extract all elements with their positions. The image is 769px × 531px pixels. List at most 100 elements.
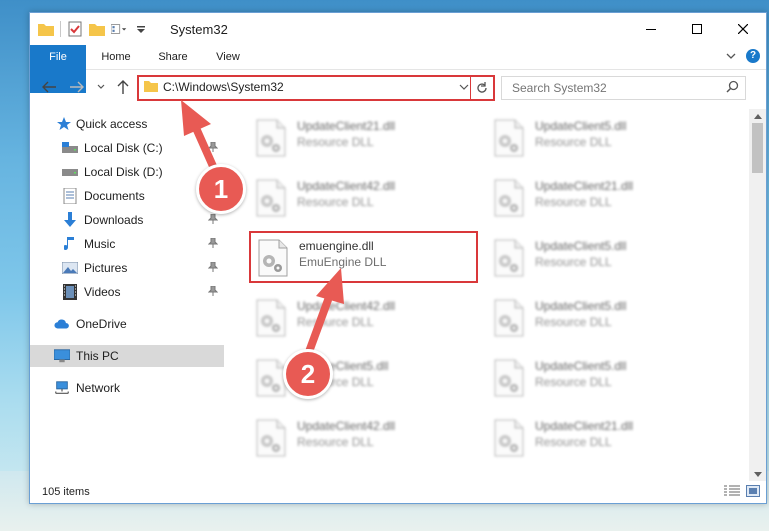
pin-icon [207, 285, 219, 299]
vertical-scrollbar[interactable] [749, 109, 766, 481]
file-type: Resource DLL [535, 255, 612, 269]
dll-file-icon [491, 179, 527, 220]
list-item[interactable]: UpdateClient21.dll Resource DLL [487, 173, 712, 221]
chevron-up-icon [753, 113, 762, 119]
search-box[interactable] [501, 76, 746, 100]
address-bar[interactable]: C:\Windows\System32 [137, 75, 495, 101]
sidebar-item-documents[interactable]: Documents [30, 185, 224, 207]
refresh-button[interactable] [470, 77, 493, 99]
sidebar-item-label: Local Disk (D:) [84, 165, 163, 179]
scrollbar-thumb[interactable] [752, 123, 763, 173]
sidebar-item-label: Local Disk (C:) [84, 141, 163, 155]
file-type: Resource DLL [535, 435, 612, 449]
pin-icon [207, 237, 219, 251]
expand-ribbon-icon[interactable] [726, 49, 736, 63]
list-item[interactable]: UpdateClient5.dll Resource DLL [487, 353, 712, 401]
sidebar-item-music[interactable]: Music [30, 233, 224, 255]
list-item-emuengine[interactable]: emuengine.dll EmuEngine DLL [249, 231, 478, 283]
close-button[interactable] [720, 13, 766, 45]
sidebar-item-label: Videos [84, 285, 121, 299]
close-icon [738, 24, 748, 34]
sidebar-item-local-disk-c[interactable]: Local Disk (C:) [30, 137, 224, 159]
maximize-button[interactable] [674, 13, 720, 45]
scroll-down-button[interactable] [749, 467, 766, 481]
view-switcher [724, 485, 760, 500]
file-type: Resource DLL [535, 375, 612, 389]
status-bar: 105 items [30, 481, 766, 503]
sidebar-item-label: Music [84, 237, 116, 251]
file-list: UpdateClient21.dll Resource DLL UpdateCl… [225, 109, 741, 469]
computer-icon [54, 348, 70, 364]
sidebar-item-quick-access[interactable]: Quick access [30, 113, 224, 135]
up-button[interactable] [114, 78, 132, 96]
list-item[interactable]: UpdateClient21.dll Resource DLL [249, 113, 474, 161]
sidebar-item-videos[interactable]: Videos [30, 281, 224, 303]
tab-view[interactable]: View [202, 45, 254, 69]
download-icon [62, 212, 78, 228]
list-item[interactable]: UpdateClient42.dll Resource DLL [249, 173, 474, 221]
sidebar-item-this-pc[interactable]: This PC [30, 345, 224, 367]
list-item[interactable]: UpdateClient42.dll Resource DLL [249, 413, 474, 461]
item-count: 105 items [42, 486, 90, 498]
window-controls [628, 13, 766, 45]
list-item[interactable]: UpdateClient5.dll Resource DLL [487, 113, 712, 161]
sidebar-item-network[interactable]: Network [30, 377, 224, 399]
tab-home[interactable]: Home [88, 45, 144, 69]
quick-access-toolbar [38, 21, 149, 37]
sidebar-item-onedrive[interactable]: OneDrive [30, 313, 224, 335]
minimize-button[interactable] [628, 13, 674, 45]
sidebar-item-downloads[interactable]: Downloads [30, 209, 224, 231]
sidebar-item-label: OneDrive [76, 317, 127, 331]
music-icon [62, 236, 78, 252]
folder-icon [144, 80, 158, 95]
customize-toolbar-icon[interactable] [111, 21, 127, 37]
properties-icon[interactable] [67, 21, 83, 37]
search-icon[interactable] [726, 80, 739, 96]
file-name: UpdateClient42.dll [297, 299, 396, 313]
dll-file-icon [491, 419, 527, 460]
pin-icon [207, 261, 219, 275]
file-type: Resource DLL [297, 315, 374, 329]
documents-icon [62, 188, 78, 204]
chevron-down-icon [459, 84, 469, 90]
step-badge-2: 2 [283, 349, 333, 399]
large-icons-view-icon[interactable] [746, 485, 760, 500]
forward-button[interactable] [68, 78, 86, 96]
help-icon[interactable]: ? [746, 49, 760, 63]
file-type: Resource DLL [297, 435, 374, 449]
file-type: Resource DLL [535, 135, 612, 149]
navigation-bar: C:\Windows\System32 [30, 70, 766, 104]
search-input[interactable] [510, 80, 714, 96]
list-item[interactable]: UpdateClient21.dll Resource DLL [487, 413, 712, 461]
sidebar-item-local-disk-d[interactable]: Local Disk (D:) [30, 161, 224, 183]
dll-file-icon [491, 119, 527, 160]
maximize-icon [692, 24, 702, 34]
sidebar-item-pictures[interactable]: Pictures [30, 257, 224, 279]
file-name: UpdateClient21.dll [297, 119, 396, 133]
details-view-icon[interactable] [724, 485, 740, 500]
list-item[interactable]: UpdateClient42.dll Resource DLL [249, 293, 474, 341]
scroll-up-button[interactable] [749, 109, 766, 123]
file-name: UpdateClient5.dll [535, 299, 627, 313]
file-name: UpdateClient5.dll [535, 239, 627, 253]
window-title: System32 [170, 22, 228, 37]
ribbon-right-controls: ? [726, 49, 760, 63]
back-button[interactable] [40, 78, 58, 96]
pin-icon [207, 141, 219, 155]
chevron-down-icon [97, 84, 105, 89]
file-type: Resource DLL [535, 195, 612, 209]
dll-file-icon [253, 119, 289, 160]
list-item[interactable]: UpdateClient5.dll Resource DLL [487, 293, 712, 341]
tab-share[interactable]: Share [146, 45, 200, 69]
forward-arrow-icon [70, 81, 84, 93]
recent-locations-button[interactable] [92, 78, 110, 96]
list-item[interactable]: UpdateClient5.dll Resource DLL [487, 233, 712, 281]
chevron-down-icon[interactable] [133, 21, 149, 37]
minimize-icon [646, 29, 656, 30]
explorer-window: System32 File Home Share View ? C:\Windo… [29, 12, 767, 504]
sidebar-item-label: Downloads [84, 213, 144, 227]
videos-icon [62, 284, 78, 300]
address-dropdown-button[interactable] [459, 80, 469, 97]
new-folder-icon[interactable] [89, 21, 105, 37]
file-name: emuengine.dll [299, 239, 374, 253]
